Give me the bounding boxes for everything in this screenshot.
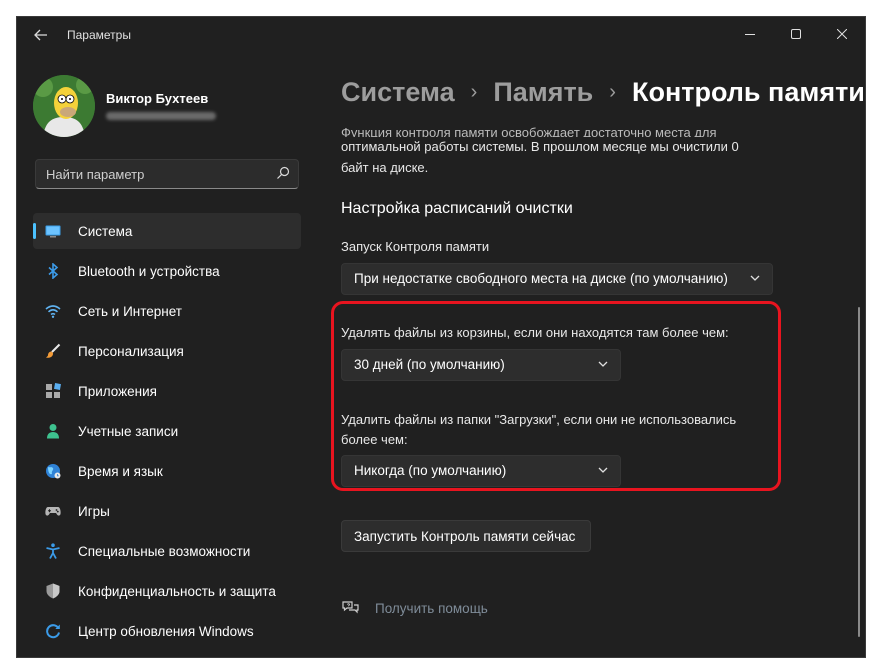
description-line: оптимальной работы системы. В прошлом ме… bbox=[341, 139, 739, 154]
sidebar-item-label: Приложения bbox=[78, 383, 157, 399]
run-storage-sense-label: Запуск Контроля памяти bbox=[341, 239, 490, 254]
bluetooth-icon bbox=[48, 263, 59, 279]
chevron-down-icon bbox=[750, 275, 760, 281]
breadcrumb-separator-icon: › bbox=[470, 81, 478, 103]
sidebar-item-label: Специальные возможности bbox=[78, 543, 251, 559]
sidebar-item-label: Время и язык bbox=[78, 463, 163, 479]
apps-icon bbox=[46, 383, 61, 398]
sidebar-item-personalization[interactable]: Персонализация bbox=[33, 333, 301, 369]
search-icon[interactable] bbox=[276, 166, 290, 180]
breadcrumb-system-link[interactable]: Система bbox=[341, 77, 455, 108]
dropdown-value: При недостатке свободного места на диске… bbox=[354, 271, 728, 286]
title-bar: Параметры bbox=[17, 17, 865, 51]
section-title: Настройка расписаний очистки bbox=[341, 200, 573, 217]
wifi-icon bbox=[45, 305, 61, 318]
help-icon bbox=[342, 601, 359, 614]
sidebar-nav: Система Bluetooth и устройства Сеть и Ин… bbox=[33, 213, 301, 653]
sidebar-item-time-language[interactable]: Время и язык bbox=[33, 453, 301, 489]
page-title: Контроль памяти bbox=[631, 77, 865, 107]
run-storage-sense-dropdown[interactable]: При недостатке свободного места на диске… bbox=[341, 263, 773, 295]
maximize-button[interactable] bbox=[773, 17, 819, 51]
button-label: Запустить Контроль памяти сейчас bbox=[354, 529, 576, 544]
description-line: Функция контроля памяти освобождает дост… bbox=[341, 125, 717, 137]
get-help-link[interactable]: Получить помощь bbox=[341, 599, 488, 617]
sidebar-item-apps[interactable]: Приложения bbox=[33, 373, 301, 409]
brush-icon bbox=[46, 343, 61, 358]
sidebar-item-gaming[interactable]: Игры bbox=[33, 493, 301, 529]
user-avatar-image bbox=[33, 75, 95, 137]
sidebar-item-accounts[interactable]: Учетные записи bbox=[33, 413, 301, 449]
sidebar-item-accessibility[interactable]: Специальные возможности bbox=[33, 533, 301, 569]
sidebar-item-label: Персонализация bbox=[78, 343, 184, 359]
search-input[interactable] bbox=[46, 160, 266, 188]
person-icon bbox=[47, 424, 59, 439]
minimize-button[interactable] bbox=[727, 17, 773, 51]
sidebar-item-label: Система bbox=[78, 223, 133, 239]
sidebar-item-label: Игры bbox=[78, 503, 110, 519]
sidebar-item-label: Конфиденциальность и защита bbox=[78, 583, 276, 599]
back-arrow-icon bbox=[34, 29, 47, 41]
scrollbar[interactable] bbox=[858, 307, 860, 637]
gamepad-icon bbox=[45, 507, 61, 516]
highlight-frame bbox=[331, 301, 781, 491]
minimize-icon bbox=[745, 34, 755, 35]
sidebar-item-label: Центр обновления Windows bbox=[78, 623, 254, 639]
monitor-icon bbox=[45, 225, 61, 238]
app-title: Параметры bbox=[67, 28, 131, 42]
get-help-label: Получить помощь bbox=[375, 600, 488, 616]
close-icon bbox=[837, 29, 847, 39]
search-box[interactable] bbox=[35, 159, 299, 189]
sidebar-item-label: Bluetooth и устройства bbox=[78, 263, 220, 279]
avatar[interactable] bbox=[33, 75, 95, 137]
sidebar-item-label: Сеть и Интернет bbox=[78, 303, 182, 319]
shield-icon bbox=[46, 583, 60, 599]
maximize-icon bbox=[791, 29, 801, 39]
active-indicator bbox=[33, 223, 36, 239]
sidebar-item-privacy[interactable]: Конфиденциальность и защита bbox=[33, 573, 301, 609]
sidebar-item-label: Учетные записи bbox=[78, 423, 179, 439]
back-button[interactable] bbox=[27, 25, 55, 45]
description-line: байт на диске. bbox=[341, 159, 429, 175]
sidebar-item-system[interactable]: Система bbox=[33, 213, 301, 249]
settings-window: Параметры Виктор Бухтеев Найти параметр … bbox=[16, 16, 866, 658]
storage-sense-description: Функция контроля памяти освобождает дост… bbox=[341, 123, 781, 178]
globe-icon bbox=[46, 464, 61, 479]
run-storage-sense-now-button[interactable]: Запустить Контроль памяти сейчас bbox=[341, 520, 591, 552]
breadcrumb: Система › Память › Контроль памяти bbox=[341, 77, 865, 108]
update-icon bbox=[46, 624, 60, 639]
user-email-blurred bbox=[106, 112, 216, 120]
sidebar-item-windows-update[interactable]: Центр обновления Windows bbox=[33, 613, 301, 649]
sidebar-item-network[interactable]: Сеть и Интернет bbox=[33, 293, 301, 329]
sidebar-item-bluetooth[interactable]: Bluetooth и устройства bbox=[33, 253, 301, 289]
breadcrumb-storage-link[interactable]: Память bbox=[493, 77, 593, 108]
breadcrumb-separator-icon: › bbox=[609, 81, 616, 103]
user-name: Виктор Бухтеев bbox=[106, 91, 209, 106]
accessibility-icon bbox=[46, 543, 60, 559]
close-button[interactable] bbox=[819, 17, 865, 51]
